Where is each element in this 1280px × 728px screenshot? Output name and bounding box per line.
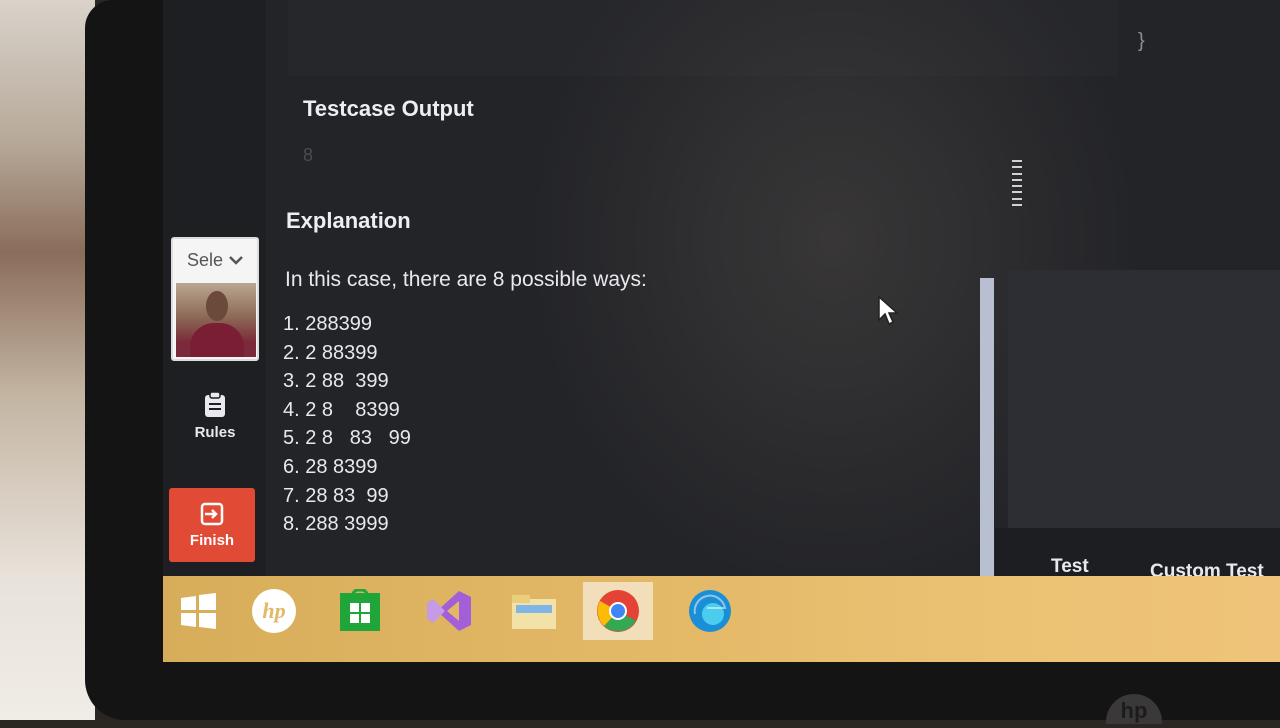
taskbar: hp <box>163 576 1280 662</box>
screen: Sele Rules Finish Testcase Output 8 Expl… <box>163 0 1280 662</box>
explanation-text: In this case, there are 8 possible ways: <box>285 268 647 291</box>
language-select[interactable]: Sele <box>173 245 257 275</box>
store-icon[interactable] <box>325 582 395 640</box>
rules-label: Rules <box>194 424 236 441</box>
file-explorer-icon[interactable] <box>499 582 569 640</box>
desk-background <box>0 0 95 720</box>
output-panel <box>1008 270 1280 528</box>
ways-list: 1. 288399 2. 2 88399 3. 2 88 399 4. 2 8 … <box>283 310 411 539</box>
svg-text:hp: hp <box>262 598 285 623</box>
list-item: 1. 288399 <box>283 313 372 335</box>
chevron-down-icon <box>229 256 243 265</box>
panel-splitter[interactable] <box>980 278 994 600</box>
language-select-label: Sele <box>186 249 224 270</box>
webcam-video <box>176 283 256 357</box>
proctor-camera-card: Sele <box>171 237 259 361</box>
code-brace: } <box>1138 30 1145 52</box>
clipboard-icon <box>205 392 225 417</box>
drag-handle-icon[interactable] <box>1012 160 1022 206</box>
hp-support-icon[interactable]: hp <box>239 582 309 640</box>
list-item: 8. 288 3999 <box>283 513 389 536</box>
left-rail: Sele Rules Finish <box>163 0 266 576</box>
problem-content: Testcase Output 8 Explanation In this ca… <box>283 0 983 576</box>
list-item: 5. 2 8 83 99 <box>283 427 411 450</box>
edge-icon[interactable] <box>675 582 745 640</box>
list-item: 4. 2 8 8399 <box>283 398 400 421</box>
testcase-output-value: 8 <box>303 145 314 165</box>
test-button[interactable]: Test <box>1051 556 1089 578</box>
list-item: 6. 28 8399 <box>283 455 378 478</box>
finish-button[interactable]: Finish <box>169 488 255 562</box>
mouse-cursor-icon <box>878 296 898 326</box>
list-item: 3. 2 88 399 <box>283 370 389 393</box>
list-item: 7. 28 83 99 <box>283 484 389 507</box>
windows-start-icon[interactable] <box>163 582 233 640</box>
finish-label: Finish <box>189 531 235 549</box>
chrome-icon[interactable] <box>583 582 653 640</box>
visual-studio-icon[interactable] <box>413 582 483 640</box>
rules-button[interactable]: Rules <box>171 392 259 456</box>
list-item: 2. 2 88399 <box>283 341 378 364</box>
exit-icon <box>200 502 224 525</box>
explanation-heading: Explanation <box>286 208 411 233</box>
testcase-output-heading: Testcase Output <box>303 96 474 121</box>
